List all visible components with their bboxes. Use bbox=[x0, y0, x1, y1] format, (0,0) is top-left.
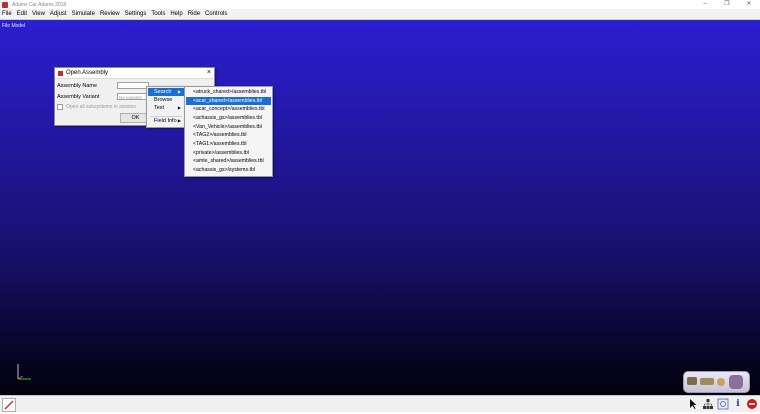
menu-view[interactable]: View bbox=[30, 9, 48, 19]
menu-item-search-label: Search bbox=[154, 89, 172, 95]
open-subsystems-label: Open all subsystems in session bbox=[66, 104, 137, 110]
menu-adjust[interactable]: Adjust bbox=[48, 9, 70, 19]
menu-settings[interactable]: Settings bbox=[123, 9, 150, 19]
window-title: Adams Car Adams 2018 bbox=[12, 1, 67, 8]
cursor-icon[interactable] bbox=[688, 398, 698, 410]
submenu-item[interactable]: <private>/assemblies.tbl bbox=[186, 149, 271, 157]
assembly-variant-label: Assembly Variant bbox=[57, 94, 100, 100]
menu-ride[interactable]: Ride bbox=[186, 9, 203, 19]
assembly-name-input[interactable] bbox=[117, 82, 149, 89]
close-window-icon[interactable]: ✕ bbox=[738, 0, 760, 9]
status-toolbar: i bbox=[0, 395, 760, 412]
open-subsystems-option: Open all subsystems in session bbox=[57, 104, 136, 110]
menu-item-browse[interactable]: Browse bbox=[148, 96, 184, 104]
search-submenu: <atruck_shared>/assemblies.tbl <acar_sha… bbox=[184, 86, 273, 177]
model-thumbnail bbox=[683, 371, 750, 393]
menu-bar: File Edit View Adjust Simulate Review Se… bbox=[0, 9, 760, 20]
close-icon[interactable]: × bbox=[207, 68, 211, 78]
hierarchy-icon[interactable] bbox=[702, 398, 714, 410]
menu-help[interactable]: Help bbox=[168, 9, 185, 19]
stop-icon[interactable] bbox=[746, 398, 758, 410]
menu-item-search[interactable]: Search ▶ bbox=[148, 88, 184, 96]
menu-item-field-info[interactable]: Field Info ▶ bbox=[148, 117, 184, 125]
maximize-icon[interactable]: ❐ bbox=[716, 0, 738, 9]
menu-item-text[interactable]: Text ▶ bbox=[148, 104, 184, 112]
submenu-item[interactable]: <atruck_shared>/assemblies.tbl bbox=[186, 88, 271, 96]
open-subsystems-checkbox[interactable] bbox=[57, 104, 63, 110]
submenu-item-selected[interactable]: <acar_shared>/assemblies.tbl bbox=[186, 97, 271, 105]
title-bar: Adams Car Adams 2018 – ❐ ✕ bbox=[0, 0, 760, 9]
submenu-arrow-icon: ▶ bbox=[177, 118, 181, 123]
submenu-item[interactable]: <Van_Vehicle>/assemblies.tbl bbox=[186, 123, 271, 131]
minimize-icon[interactable]: – bbox=[694, 0, 716, 9]
menu-item-text-label: Text bbox=[154, 105, 165, 111]
submenu-item[interactable]: <TAG1>/assemblies.tbl bbox=[186, 140, 271, 148]
window-controls: – ❐ ✕ bbox=[694, 0, 760, 9]
menu-file[interactable]: File bbox=[0, 9, 15, 19]
menu-simulate[interactable]: Simulate bbox=[70, 9, 98, 19]
info-icon[interactable]: i bbox=[733, 398, 743, 410]
pencil-icon[interactable] bbox=[2, 398, 16, 412]
menu-item-browse-label: Browse bbox=[154, 97, 173, 103]
menu-controls[interactable]: Controls bbox=[203, 9, 230, 19]
submenu-arrow-icon: ▶ bbox=[177, 105, 181, 110]
assembly-variant-field[interactable]: No variants bbox=[117, 93, 149, 100]
submenu-arrow-icon: ▶ bbox=[177, 89, 181, 94]
dialog-title-bar: Open Assembly × bbox=[55, 68, 214, 79]
submenu-item[interactable]: <TAG2>/assemblies.tbl bbox=[186, 131, 271, 139]
submenu-item[interactable]: <achassis_gs>/assemblies.tbl bbox=[186, 114, 271, 122]
view-icon[interactable] bbox=[717, 398, 729, 410]
app-icon bbox=[2, 1, 8, 8]
menu-edit[interactable]: Edit bbox=[15, 9, 30, 19]
submenu-item[interactable]: <acar_concept>/assemblies.tbl bbox=[186, 105, 271, 113]
dialog-title: Open Assembly bbox=[66, 70, 109, 76]
mode-label: File Model bbox=[2, 23, 26, 29]
menu-tools[interactable]: Tools bbox=[149, 9, 168, 19]
context-menu: Search ▶ Browse Text ▶ Field Info ▶ bbox=[146, 86, 186, 128]
dialog-app-icon bbox=[58, 70, 63, 76]
axis-triad-icon bbox=[17, 364, 31, 380]
assembly-name-label: Assembly Name bbox=[57, 83, 98, 89]
menu-item-field-info-label: Field Info bbox=[154, 118, 177, 124]
menu-review[interactable]: Review bbox=[98, 9, 123, 19]
submenu-item[interactable]: <amte_shared>/assemblies.tbl bbox=[186, 157, 271, 165]
submenu-item[interactable]: <achassis_gs>/systems.tbl bbox=[186, 166, 271, 174]
